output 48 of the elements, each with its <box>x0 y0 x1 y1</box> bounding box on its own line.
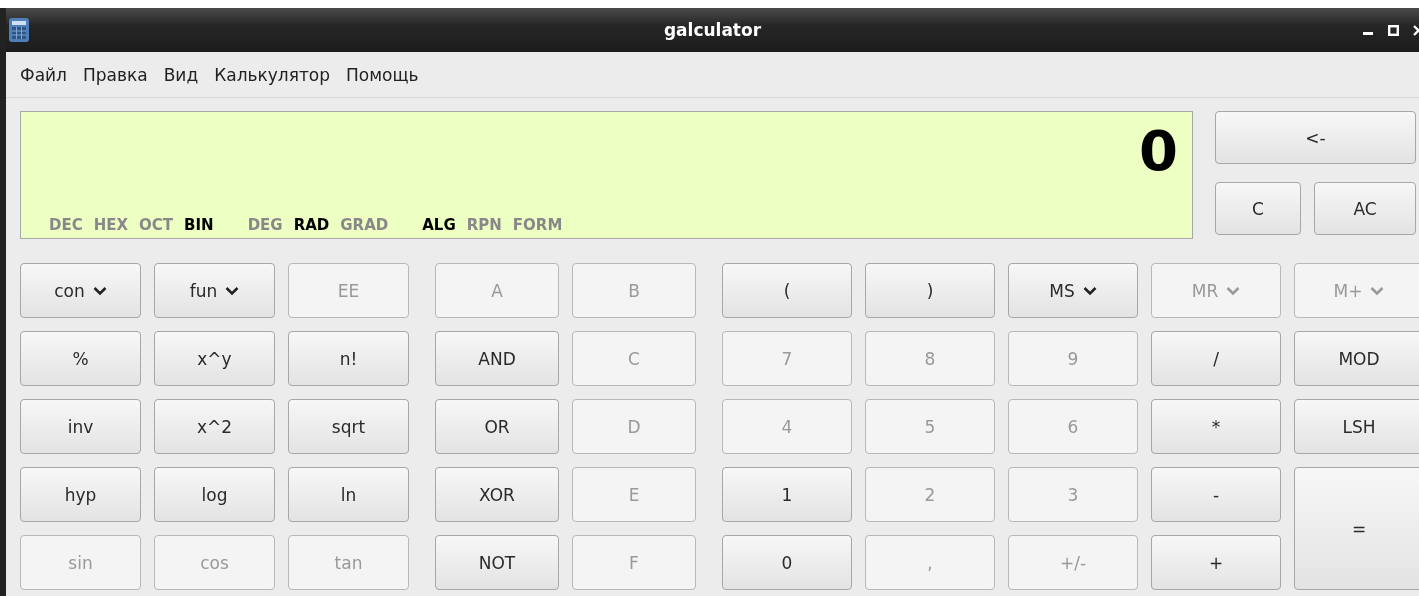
calc-button[interactable]: 0 <box>722 535 852 590</box>
calc-button[interactable]: ( <box>722 263 852 318</box>
calc-button[interactable]: C <box>1215 182 1301 235</box>
dropdown-button[interactable]: con <box>20 263 141 318</box>
menu-item[interactable]: Вид <box>155 60 207 89</box>
calc-button[interactable]: ) <box>865 263 995 318</box>
calc-button[interactable]: = <box>1294 467 1419 590</box>
calc-button[interactable]: LSH <box>1294 399 1419 454</box>
dropdown-button[interactable]: MS <box>1008 263 1138 318</box>
calc-button[interactable]: OR <box>435 399 559 454</box>
calc-button[interactable]: NOT <box>435 535 559 590</box>
calc-button[interactable]: XOR <box>435 467 559 522</box>
calculator-icon <box>8 17 30 43</box>
calc-button[interactable]: / <box>1151 331 1281 386</box>
calc-button[interactable]: AC <box>1314 182 1416 235</box>
close-icon[interactable] <box>1413 24 1419 36</box>
calc-button[interactable]: ln <box>288 467 409 522</box>
chevron-down-icon <box>1082 285 1097 296</box>
chevron-down-icon <box>1226 285 1241 296</box>
display-value: 0 <box>1139 120 1178 182</box>
mode-indicator[interactable]: ALG <box>422 216 456 234</box>
calc-button[interactable]: x^y <box>154 331 275 386</box>
window-title: galculator <box>663 20 762 40</box>
menu-item[interactable]: Правка <box>74 60 156 89</box>
menu-item[interactable]: Помощь <box>338 60 427 89</box>
calc-button[interactable]: - <box>1151 467 1281 522</box>
dropdown-button[interactable]: fun <box>154 263 275 318</box>
maximize-icon[interactable] <box>1388 24 1399 36</box>
calc-button[interactable]: inv <box>20 399 141 454</box>
calc-button[interactable]: MOD <box>1294 331 1419 386</box>
menu-item[interactable]: Калькулятор <box>206 60 339 89</box>
calc-button[interactable]: n! <box>288 331 409 386</box>
calc-button[interactable]: log <box>154 467 275 522</box>
calc-button[interactable]: % <box>20 331 141 386</box>
calc-button[interactable]: sqrt <box>288 399 409 454</box>
calc-button[interactable]: 1 <box>722 467 852 522</box>
mode-indicator[interactable]: RAD <box>293 216 330 234</box>
calc-button[interactable]: * <box>1151 399 1281 454</box>
calc-button[interactable]: x^2 <box>154 399 275 454</box>
calc-button[interactable]: AND <box>435 331 559 386</box>
chevron-down-icon <box>1370 285 1385 296</box>
calc-button[interactable]: + <box>1151 535 1281 590</box>
calc-button[interactable]: <- <box>1215 111 1416 164</box>
calc-button[interactable]: hyp <box>20 467 141 522</box>
chevron-down-icon <box>225 285 240 296</box>
mode-indicator[interactable]: BIN <box>184 216 214 234</box>
chevron-down-icon <box>92 285 107 296</box>
menu-item[interactable]: Файл <box>12 60 75 89</box>
